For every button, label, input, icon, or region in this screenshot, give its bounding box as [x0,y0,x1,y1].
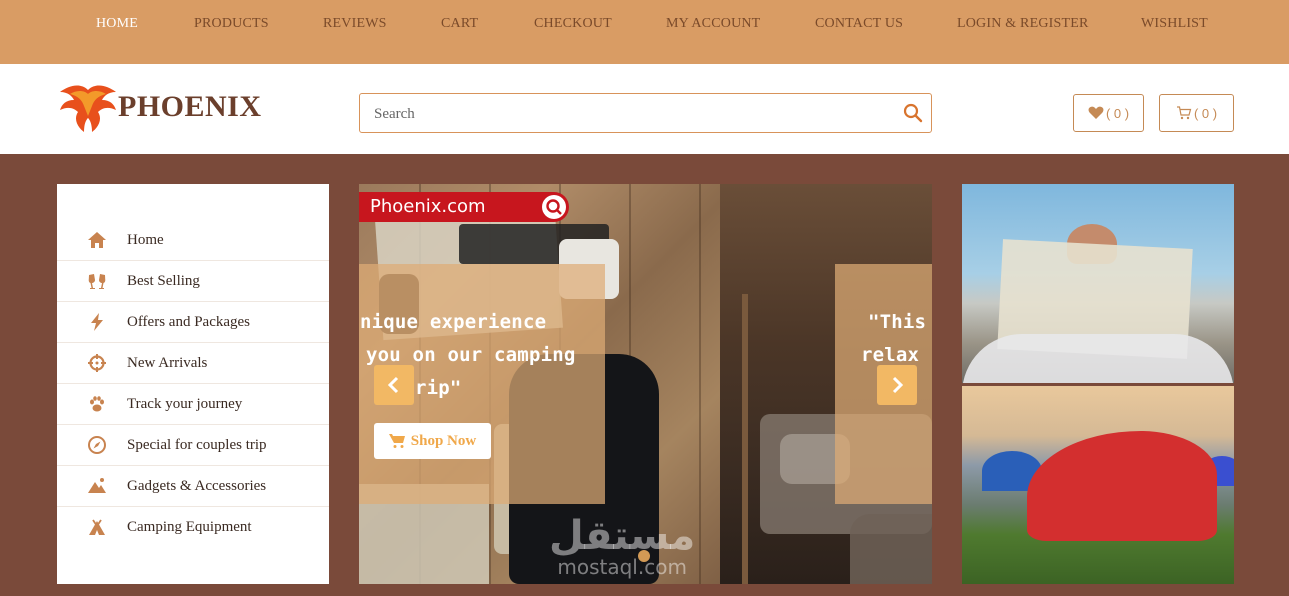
shop-now-button[interactable]: Shop Now [374,423,491,459]
promo-image-tents[interactable] [962,386,1234,584]
caption-2-line-1: "This [868,311,927,333]
sidebar-item-offers[interactable]: Offers and Packages [57,302,329,343]
slider-indicator-dot[interactable] [638,550,650,562]
nav-products[interactable]: PRODUCTS [194,16,269,32]
sidebar-item-label: New Arrivals [127,354,208,371]
cart-button[interactable]: ( 0 ) [1159,94,1234,132]
sidebar-item-label: Best Selling [127,272,200,289]
promo-image-map-reader[interactable] [962,184,1234,383]
sidebar-item-track-journey[interactable]: Track your journey [57,384,329,425]
crosshair-icon [86,352,108,374]
cart-count: ( 0 ) [1193,105,1218,121]
sidebar-item-camping-equipment[interactable]: Camping Equipment [57,507,329,548]
nav-reviews[interactable]: REVIEWS [323,16,387,32]
search-input[interactable] [374,103,894,125]
hero-slider: Phoenix.com nique experience you on our … [359,184,932,584]
top-navigation: HOME PRODUCTS REVIEWS CART CHECKOUT MY A… [0,0,1289,64]
compass-icon [86,434,108,456]
cheers-icon [86,270,108,292]
sidebar-item-label: Home [127,231,164,248]
logo-text: PHOENIX [118,90,262,123]
nav-login-register[interactable]: LOGIN & REGISTER [957,16,1089,32]
slider-next-button[interactable] [877,365,917,405]
sidebar-item-label: Offers and Packages [127,313,251,330]
nav-checkout[interactable]: CHECKOUT [534,16,612,32]
cart-icon [388,434,405,448]
nav-home[interactable]: HOME [96,16,138,32]
paw-icon [86,393,108,415]
brand-banner-text: Phoenix.com [370,196,486,217]
caption-1-line-2: you on our camping [366,344,576,366]
bolt-icon [86,311,108,333]
site-header: PHOENIX ( 0 ) ( 0 ) [0,64,1289,154]
wishlist-button[interactable]: ( 0 ) [1073,94,1144,132]
sidebar-item-label: Gadgets & Accessories [127,477,267,494]
nav-wishlist[interactable]: WISHLIST [1141,16,1208,32]
nav-contact-us[interactable]: CONTACT US [815,16,903,32]
site-logo[interactable]: PHOENIX [58,82,278,138]
shop-now-label: Shop Now [410,432,477,449]
watermark-english: mostaql.com [557,555,687,579]
campground-icon [86,517,108,539]
heart-icon [1088,106,1104,119]
search-badge-icon [542,195,566,219]
caption-1-line-3: rip" [415,377,462,399]
chevron-left-icon [387,376,399,394]
sidebar-item-gadgets[interactable]: Gadgets & Accessories [57,466,329,507]
slider-prev-button[interactable] [374,365,414,405]
sidebar-item-label: Track your journey [127,395,243,412]
home-icon [86,229,108,251]
wishlist-count: ( 0 ) [1105,105,1130,121]
chevron-right-icon [892,376,904,394]
phoenix-logo-icon [60,85,116,132]
cart-icon [1176,106,1192,120]
search-icon[interactable] [903,103,923,123]
nav-cart[interactable]: CART [441,16,478,32]
category-sidebar: Home Best Selling Offers and Packages Ne… [57,184,329,584]
sidebar-item-new-arrivals[interactable]: New Arrivals [57,343,329,384]
sidebar-item-best-selling[interactable]: Best Selling [57,261,329,302]
nav-my-account[interactable]: MY ACCOUNT [666,16,760,32]
watermark: مستقل mostaql.com [549,516,695,578]
search-box [359,93,932,133]
sidebar-item-couples-trip[interactable]: Special for couples trip [57,425,329,466]
watermark-arabic: مستقل [549,513,696,559]
sidebar-item-home[interactable]: Home [57,220,329,261]
mountain-icon [86,475,108,497]
sidebar-item-label: Special for couples trip [127,436,267,453]
caption-2-line-2: relax [861,344,920,366]
caption-1-line-1: nique experience [360,311,547,333]
sidebar-item-label: Camping Equipment [127,519,252,535]
